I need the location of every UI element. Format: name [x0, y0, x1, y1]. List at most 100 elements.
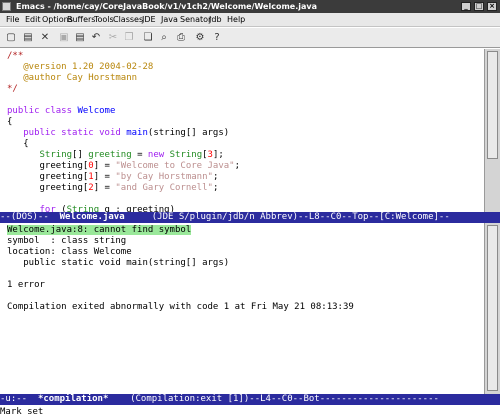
- undo-icon[interactable]: ↶: [89, 31, 103, 45]
- code-token: /**: [7, 51, 24, 61]
- code-token: (string[] args): [147, 128, 230, 138]
- code-token: greeting[: [7, 161, 89, 171]
- save-as-icon[interactable]: ▤: [73, 31, 87, 45]
- menu-help[interactable]: Help: [227, 13, 245, 27]
- print-icon[interactable]: ⎙: [174, 31, 188, 45]
- modeline-buffer-name[interactable]: *compilation*: [38, 394, 108, 404]
- code-line[interactable]: public static void main(string[] args): [7, 128, 229, 139]
- echo-message: Mark set: [0, 407, 44, 417]
- code-token: @version 1.20 2004-02-28: [7, 62, 154, 72]
- menu-tools[interactable]: Tools: [94, 13, 114, 27]
- open-directory-icon[interactable]: ▤: [21, 31, 35, 45]
- code-token: greeting[: [7, 172, 89, 182]
- open-file-icon[interactable]: ▢: [4, 31, 18, 45]
- minimize-button[interactable]: _: [461, 2, 471, 11]
- compilation-scrollbar-thumb[interactable]: [487, 225, 498, 391]
- code-token: "Welcome to Core Java": [115, 161, 235, 171]
- code-line[interactable]: String[] greeting = new String[3];: [7, 150, 224, 161]
- window-titlebar[interactable]: Emacs - /home/cay/CoreJavaBook/v1/v1ch2/…: [0, 0, 500, 13]
- editor-scrollbar[interactable]: [484, 49, 500, 212]
- echo-area[interactable]: Mark set: [0, 405, 500, 419]
- editor-pane[interactable]: /** @version 1.20 2004-02-28 @author Cay…: [0, 49, 484, 212]
- code-token: =: [131, 150, 148, 160]
- code-line[interactable]: greeting[0] = "Welcome to Core Java";: [7, 161, 241, 172]
- menu-buffers[interactable]: Buffers: [67, 13, 95, 27]
- code-line[interactable]: /**: [7, 51, 23, 62]
- compilation-line[interactable]: symbol : class string: [7, 236, 126, 247]
- code-line[interactable]: {: [7, 117, 12, 128]
- code-token: Compilation exited abnormally with code …: [7, 302, 354, 312]
- cut-icon[interactable]: ✂: [106, 31, 120, 45]
- close-button[interactable]: ×: [487, 2, 497, 11]
- code-token: @author Cay Horstmann: [7, 73, 138, 83]
- compilation-line[interactable]: 1 error: [7, 280, 45, 291]
- customize-icon[interactable]: ⚙: [193, 31, 207, 45]
- help-icon[interactable]: ?: [210, 31, 224, 45]
- compilation-line[interactable]: location: class Welcome: [7, 247, 132, 258]
- editor-modeline[interactable]: --(DOS)-- Welcome.java (JDE S/plugin/jdb…: [0, 212, 500, 223]
- modeline-buffer-name[interactable]: Welcome.java: [60, 212, 125, 222]
- menu-edit[interactable]: Edit: [25, 13, 41, 27]
- save-icon[interactable]: ▣: [57, 31, 71, 45]
- code-token: "and Gary Cornell": [115, 183, 213, 193]
- code-token: ;: [212, 172, 219, 182]
- compilation-line[interactable]: Compilation exited abnormally with code …: [7, 302, 354, 313]
- menu-senator[interactable]: Senator: [180, 13, 211, 27]
- compilation-modeline[interactable]: -u:-- *compilation* (Compilation:exit [1…: [0, 394, 500, 405]
- menu-jdb[interactable]: Jdb: [209, 13, 222, 27]
- maximize-button[interactable]: □: [474, 2, 484, 11]
- compilation-pane[interactable]: Welcome.java:8: cannot find symbol symbol…: [0, 223, 484, 394]
- modeline-prefix: --(DOS)--: [0, 212, 60, 222]
- paste-icon[interactable]: ❏: [141, 31, 155, 45]
- code-token: public static void: [7, 128, 127, 138]
- code-token: ];: [212, 150, 224, 160]
- copy-icon[interactable]: ❐: [122, 31, 136, 45]
- code-token: g : greeting): [99, 205, 175, 212]
- emacs-window-icon[interactable]: [2, 2, 11, 11]
- code-token: String: [66, 205, 100, 212]
- code-line[interactable]: {: [7, 139, 29, 150]
- code-token: {: [7, 139, 29, 149]
- compilation-line[interactable]: Welcome.java:8: cannot find symbol: [7, 225, 192, 236]
- code-line[interactable]: greeting[1] = "by Cay Horstmann";: [7, 172, 219, 183]
- code-token: String: [39, 150, 73, 160]
- compilation-line[interactable]: public static void main(string[] args): [7, 258, 229, 269]
- modeline-status: (JDE S/plugin/jdb/n Abbrev)--L8--C0--Top…: [124, 212, 450, 222]
- code-line[interactable]: @author Cay Horstmann: [7, 73, 137, 84]
- code-token: public static void main(string[] args): [7, 258, 230, 268]
- code-token: ] =: [93, 161, 116, 171]
- code-token: ] =: [93, 183, 116, 193]
- toolbar: ▢ ▤ ✕ ▣ ▤ ↶ ✂ ❐ ❏ ⌕ ⎙ ⚙ ?: [0, 28, 500, 48]
- modeline-prefix: -u:--: [0, 394, 38, 404]
- code-token: symbol : class string: [7, 236, 127, 246]
- code-line[interactable]: for (String g : greeting): [7, 205, 175, 212]
- code-token: for: [39, 205, 62, 212]
- code-token: */: [7, 84, 18, 94]
- editor-scrollbar-thumb[interactable]: [487, 51, 498, 159]
- menu-classes[interactable]: Classes: [113, 13, 143, 27]
- code-line[interactable]: */: [7, 84, 18, 95]
- menu-java[interactable]: Java: [161, 13, 178, 27]
- code-token: ;: [234, 161, 241, 171]
- menu-jde[interactable]: JDE: [142, 13, 156, 27]
- code-token: location: class Welcome: [7, 247, 132, 257]
- modeline-status: (Compilation:exit [1])--L4--C0--Bot-----…: [108, 394, 439, 404]
- compilation-scrollbar[interactable]: [484, 223, 500, 394]
- kill-buffer-icon[interactable]: ✕: [38, 31, 52, 45]
- code-token: public class: [7, 106, 78, 116]
- menu-file[interactable]: File: [6, 13, 19, 27]
- code-line[interactable]: greeting[2] = "and Gary Cornell";: [7, 183, 219, 194]
- search-icon[interactable]: ⌕: [157, 31, 171, 45]
- window-title: Emacs - /home/cay/CoreJavaBook/v1/v1ch2/…: [16, 2, 318, 11]
- code-token: main: [126, 128, 148, 138]
- code-token: ;: [212, 183, 219, 193]
- code-line[interactable]: @version 1.20 2004-02-28: [7, 62, 153, 73]
- code-token: new: [147, 150, 170, 160]
- code-line[interactable]: public class Welcome: [7, 106, 115, 117]
- code-token: Welcome.java:8: cannot find symbol: [7, 225, 192, 235]
- code-token: "by Cay Horstmann": [115, 172, 213, 182]
- code-token: greeting: [88, 150, 132, 160]
- code-token: {: [7, 117, 13, 127]
